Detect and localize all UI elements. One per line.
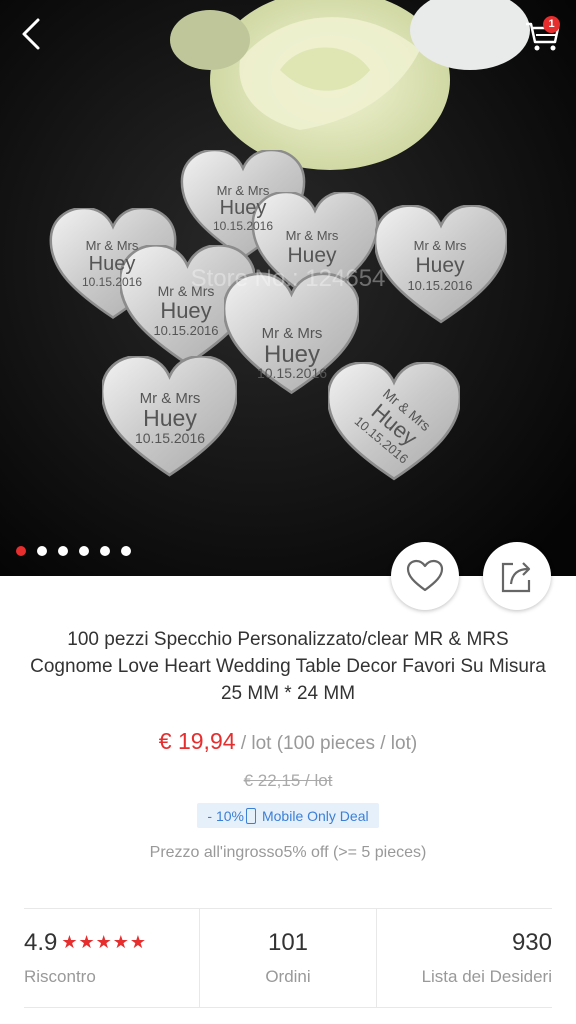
- wishlist-value: 930: [511, 929, 552, 956]
- original-price: € 22,15 / lot: [243, 771, 333, 790]
- heart-text: 10.15.2016: [257, 365, 327, 381]
- heart-text: Huey: [415, 254, 465, 277]
- rating-stat[interactable]: 4.9 ★★★★★ Riscontro: [24, 909, 199, 1007]
- cart-button[interactable]: 1: [522, 14, 566, 54]
- heart-text: Huey: [264, 341, 320, 368]
- heart-text: Mr & Mrs: [86, 238, 139, 253]
- wishlist-label: Lista dei Desideri: [421, 967, 552, 986]
- deal-discount: - 10%: [207, 807, 244, 824]
- heart-text: Huey: [220, 197, 267, 219]
- rating-value: 4.9: [24, 929, 58, 956]
- heart-text: Mr & Mrs: [286, 228, 339, 243]
- orders-label: Ordini: [265, 967, 311, 986]
- gallery-pagination[interactable]: [16, 546, 131, 556]
- heart-text: Huey: [287, 244, 337, 267]
- watermark-text: Store No.: 124654: [191, 265, 386, 292]
- phone-icon: [245, 807, 256, 824]
- orders-value: 101: [267, 929, 309, 956]
- wishlist-stat[interactable]: 930 Lista dei Desideri: [375, 909, 552, 1007]
- rating-stars-icon: ★★★★★: [61, 932, 148, 952]
- heart-text: Huey: [160, 298, 211, 323]
- rating-label: Riscontro: [24, 967, 96, 986]
- product-title: 100 pezzi Specchio Personalizzato/clear …: [30, 629, 546, 704]
- heart-text: Huey: [143, 405, 197, 431]
- orders-stat[interactable]: 101 Ordini: [199, 909, 375, 1007]
- heart-icon: [406, 559, 444, 592]
- product-stats: 4.9 ★★★★★ Riscontro 101 Ordini 930 Lista …: [24, 908, 552, 1008]
- share-button[interactable]: [483, 542, 551, 610]
- heart-text: Huey: [89, 253, 136, 275]
- gallery-dot[interactable]: [121, 546, 131, 556]
- mobile-deal-badge: - 10% Mobile Only Deal: [197, 803, 379, 828]
- gallery-dot[interactable]: [100, 546, 110, 556]
- heart-text: 10.15.2016: [135, 430, 205, 446]
- chevron-left-icon: [22, 18, 40, 50]
- heart-text: 10.15.2016: [213, 219, 273, 233]
- heart-text: Mr & Mrs: [217, 183, 270, 198]
- product-photo: Mr & Mrs Huey 10.15.2016 Mr & Mrs Huey 1…: [0, 0, 576, 576]
- price-row: € 19,94 / lot (100 pieces / lot): [0, 728, 576, 755]
- heart-text: 10.15.2016: [407, 278, 472, 293]
- product-image-gallery[interactable]: Mr & Mrs Huey 10.15.2016 Mr & Mrs Huey 1…: [0, 0, 576, 576]
- share-icon: [501, 562, 531, 593]
- gallery-dot[interactable]: [79, 546, 89, 556]
- heart-text: 10.15.2016: [82, 275, 142, 289]
- current-price: € 19,94: [158, 728, 236, 754]
- gallery-dot[interactable]: [58, 546, 68, 556]
- gallery-dot[interactable]: [37, 546, 47, 556]
- heart-text: 10.15.2016: [153, 323, 218, 338]
- back-button[interactable]: [14, 14, 54, 54]
- gallery-dot[interactable]: [16, 546, 26, 556]
- cart-count-badge: 1: [543, 16, 560, 33]
- heart-text: Mr & Mrs: [262, 325, 323, 342]
- wishlist-button[interactable]: [391, 542, 459, 610]
- deal-label: Mobile Only Deal: [261, 807, 369, 824]
- wholesale-price: Prezzo all'ingrosso5% off (>= 5 pieces): [149, 844, 427, 861]
- price-unit: / lot (100 pieces / lot): [235, 733, 418, 754]
- heart-text: Mr & Mrs: [414, 238, 467, 253]
